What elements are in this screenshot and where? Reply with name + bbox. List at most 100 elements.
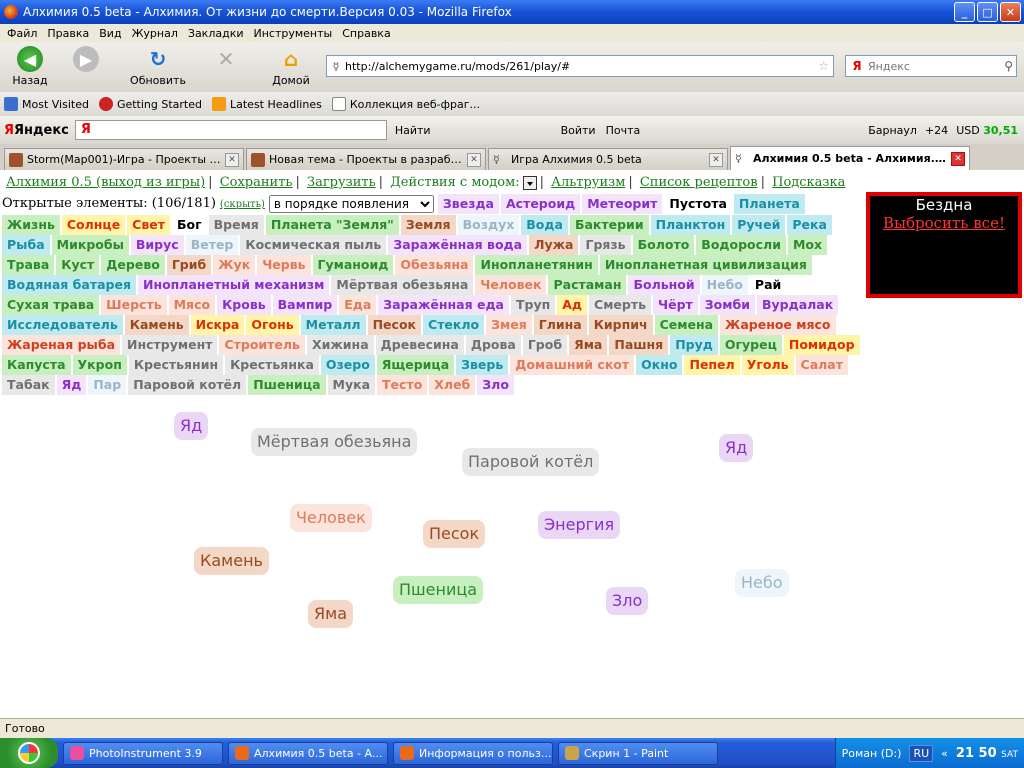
element-chip[interactable]: Астероид (500, 194, 581, 214)
element-chip[interactable]: Мёртвая обезьяна (331, 275, 474, 295)
element-chip[interactable]: Змея (486, 315, 532, 335)
abyss-box[interactable]: Бездна Выбросить все! (866, 192, 1022, 298)
element-chip[interactable]: Ад (557, 295, 588, 315)
element-chip[interactable]: Яма (569, 335, 608, 355)
element-chip[interactable]: Вода (521, 215, 568, 235)
element-chip[interactable]: Метеорит (582, 194, 663, 214)
bookmark-web-slices[interactable]: Коллекция веб-фраг... (331, 97, 480, 111)
bookmark-star-icon[interactable]: ☆ (818, 59, 829, 73)
menu-edit[interactable]: Правка (42, 27, 94, 40)
element-chip[interactable]: Семена (654, 315, 719, 335)
tab-storm[interactable]: Storm(Map001)-Игра - Проекты в ра... ✕ (4, 148, 244, 170)
altruism-link[interactable]: Альтруизм (551, 175, 625, 190)
close-window-button[interactable]: ✕ (1000, 2, 1021, 22)
element-chip[interactable]: Зверь (456, 355, 509, 375)
element-chip[interactable]: Сухая трава (2, 295, 100, 315)
element-chip[interactable]: Камень (124, 315, 189, 335)
throw-all-link[interactable]: Выбросить все! (870, 214, 1018, 232)
element-chip[interactable]: Ящерица (376, 355, 455, 375)
yandex-search-icon[interactable]: Я (846, 59, 868, 73)
url-input[interactable] (345, 59, 819, 73)
element-chip[interactable]: Водяная батарея (2, 275, 136, 295)
bookmark-latest-headlines[interactable]: Latest Headlines (212, 97, 322, 111)
element-chip[interactable]: Мука (327, 375, 376, 395)
element-chip[interactable]: Звезда (437, 194, 499, 214)
element-chip[interactable]: Озеро (320, 355, 375, 375)
element-chip[interactable]: Бог (171, 215, 207, 235)
mod-actions-select[interactable] (522, 175, 537, 190)
tab-alchemy-game[interactable]: ☿ Игра Алхимия 0.5 beta ✕ (488, 148, 728, 170)
load-link[interactable]: Загрузить (307, 175, 376, 190)
element-chip[interactable]: Зло (477, 375, 514, 395)
field-element[interactable]: Яд (719, 434, 754, 462)
start-button[interactable] (0, 738, 58, 768)
element-chip[interactable]: Салат (795, 355, 848, 375)
element-chip[interactable]: Микробы (51, 235, 129, 255)
element-chip[interactable]: Хлеб (429, 375, 476, 395)
save-link[interactable]: Сохранить (220, 175, 293, 190)
element-chip[interactable]: Планета (733, 194, 805, 214)
element-chip[interactable]: Вирус (130, 235, 184, 255)
element-chip[interactable]: Небо (701, 275, 748, 295)
element-chip[interactable]: Жук (213, 255, 256, 275)
reload-button[interactable]: ↻ Обновить (128, 46, 188, 87)
home-button[interactable]: ⌂ Домой (261, 46, 321, 87)
element-chip[interactable]: Планктон (650, 215, 731, 235)
element-chip[interactable]: Стекло (423, 315, 485, 335)
element-chip[interactable]: Время (208, 215, 264, 235)
element-chip[interactable]: Трава (2, 255, 55, 275)
element-chip[interactable]: Бактерии (569, 215, 649, 235)
menu-bookmarks[interactable]: Закладки (183, 27, 249, 40)
recipes-link[interactable]: Список рецептов (640, 175, 758, 190)
tab-close-icon[interactable]: ✕ (951, 151, 965, 166)
element-chip[interactable]: Огурец (719, 335, 782, 355)
element-chip[interactable]: Помидор (783, 335, 860, 355)
element-chip[interactable]: Гуманоид (312, 255, 394, 275)
maximize-button[interactable]: □ (977, 2, 998, 22)
element-chip[interactable]: Болото (632, 235, 695, 255)
element-chip[interactable]: Ветер (185, 235, 239, 255)
yandex-find-button[interactable]: Найти (395, 124, 431, 137)
element-chip[interactable]: Окно (636, 355, 683, 375)
element-chip[interactable]: Яд (56, 375, 87, 395)
element-chip[interactable]: Инопланетный механизм (137, 275, 330, 295)
field-element[interactable]: Яма (308, 600, 353, 628)
element-chip[interactable]: Укроп (72, 355, 127, 375)
element-chip[interactable]: Пустота (664, 194, 732, 214)
element-chip[interactable]: Уголь (741, 355, 794, 375)
element-chip[interactable]: Исследователь (2, 315, 123, 335)
element-chip[interactable]: Вурдалак (756, 295, 839, 315)
element-chip[interactable]: Пшеница (248, 375, 326, 395)
address-bar[interactable]: ☿ ☆ (326, 55, 834, 77)
element-chip[interactable]: Чёрт (653, 295, 698, 315)
element-chip[interactable]: Жареная рыба (2, 335, 121, 355)
field-element[interactable]: Пшеница (393, 576, 484, 604)
element-chip[interactable]: Космическая пыль (240, 235, 387, 255)
element-chip[interactable]: Куст (56, 255, 100, 275)
element-chip[interactable]: Планета "Земля" (265, 215, 399, 235)
element-chip[interactable]: Пруд (670, 335, 718, 355)
field-element[interactable]: Яд (174, 412, 209, 440)
menu-history[interactable]: Журнал (127, 27, 183, 40)
field-element[interactable]: Камень (194, 547, 269, 575)
element-chip[interactable]: Дерево (101, 255, 165, 275)
element-chip[interactable]: Заражённая вода (388, 235, 528, 255)
element-chip[interactable]: Человек (475, 275, 547, 295)
element-chip[interactable]: Пар (88, 375, 127, 395)
element-chip[interactable]: Рай (749, 275, 787, 295)
element-chip[interactable]: Пашня (609, 335, 669, 355)
element-chip[interactable]: Инструмент (122, 335, 218, 355)
tab-close-icon[interactable]: ✕ (467, 152, 481, 167)
field-element[interactable]: Энергия (538, 511, 621, 539)
forward-button[interactable]: ▶ (56, 46, 116, 74)
tab-alchemy-active[interactable]: ☿ Алхимия 0.5 beta - Алхимия. От... ✕ (730, 146, 970, 170)
element-chip[interactable]: Кровь (217, 295, 271, 315)
element-chip[interactable]: Червь (257, 255, 311, 275)
tab-close-icon[interactable]: ✕ (225, 152, 239, 167)
yandex-search-input[interactable] (74, 120, 387, 140)
element-chip[interactable]: Свет (127, 215, 170, 235)
element-chip[interactable]: Вампир (272, 295, 338, 315)
yandex-mail-button[interactable]: Почта (606, 124, 641, 137)
element-chip[interactable]: Пепел (684, 355, 740, 375)
element-chip[interactable]: Лужа (529, 235, 579, 255)
